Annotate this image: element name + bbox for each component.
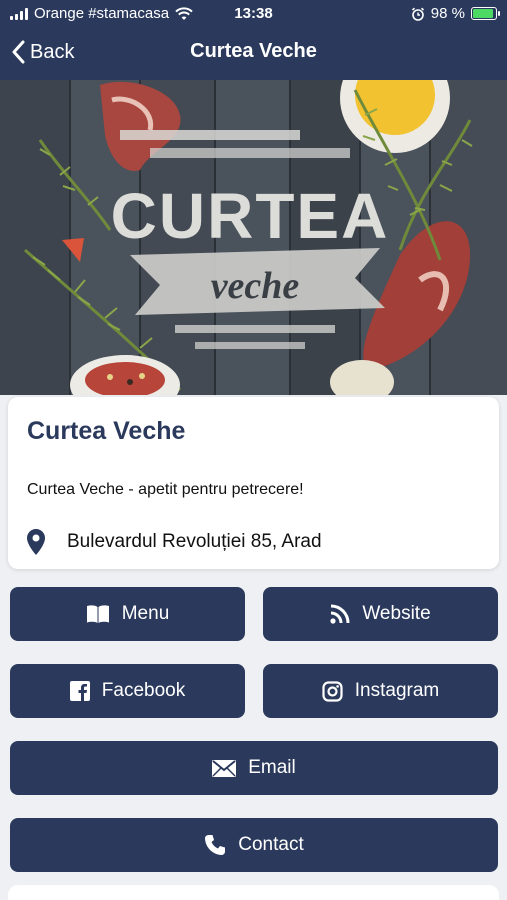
book-icon	[86, 605, 109, 623]
page-title: Curtea Veche	[190, 40, 317, 62]
info-card: Curtea Veche Curtea Veche - apetit pentr…	[8, 397, 499, 569]
facebook-button-label: Facebook	[101, 680, 186, 701]
hero-logo-bottom: veche	[211, 265, 300, 307]
rss-icon	[330, 604, 350, 624]
top-bar: Orange #stamacasa 13:38 98 % Back Curtea…	[0, 0, 507, 80]
menu-button-label: Menu	[121, 603, 170, 624]
facebook-icon	[69, 681, 90, 701]
facebook-button[interactable]: Facebook	[10, 664, 245, 718]
restaurant-name: Curtea Veche	[27, 417, 186, 445]
navigation-bar: Back Curtea Veche	[0, 28, 507, 78]
restaurant-description: Curtea Veche - apetit pentru petrecere!	[27, 481, 304, 498]
hero-image: CURTEA veche	[0, 80, 507, 395]
battery-icon	[471, 7, 500, 20]
menu-button[interactable]: Menu	[10, 587, 245, 641]
address-row[interactable]: Bulevardul Revoluției 85, Arad	[27, 529, 322, 555]
contact-button-label: Contact	[238, 834, 304, 855]
phone-icon	[205, 835, 226, 855]
status-bar: Orange #stamacasa 13:38 98 %	[0, 0, 507, 28]
email-button-label: Email	[248, 757, 296, 778]
battery-percent: 98 %	[430, 5, 465, 22]
email-button[interactable]: Email	[10, 741, 498, 795]
location-pin-icon	[27, 529, 45, 555]
next-card	[8, 885, 499, 900]
website-button-label: Website	[362, 603, 431, 624]
contact-button[interactable]: Contact	[10, 818, 498, 872]
address-text: Bulevardul Revoluției 85, Arad	[67, 531, 322, 552]
instagram-icon	[322, 680, 343, 702]
website-button[interactable]: Website	[263, 587, 498, 641]
hero-logo-top: CURTEA	[111, 180, 390, 252]
envelope-icon	[212, 759, 237, 777]
alarm-icon	[411, 7, 424, 21]
instagram-button[interactable]: Instagram	[263, 664, 498, 718]
instagram-button-label: Instagram	[354, 680, 440, 701]
